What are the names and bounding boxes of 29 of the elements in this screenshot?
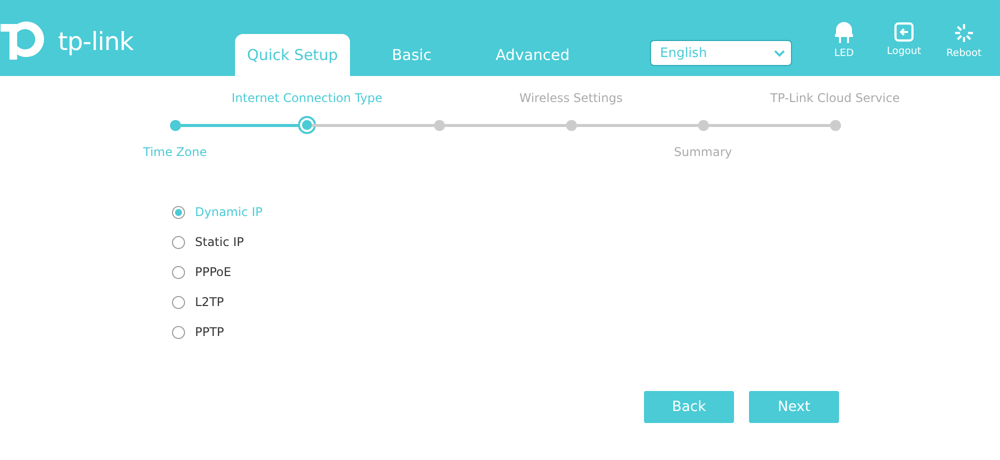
nav-tab[interactable]: Advanced [484,34,582,76]
step-label: Summary [674,145,732,159]
logo-text: tp-link [58,26,134,56]
chevron-down-icon [774,50,785,56]
reboot-icon [953,22,975,44]
radio-label: Static IP [195,235,244,249]
nav-button[interactable]: Next [749,391,839,423]
header-action[interactable]: LED [814,22,874,59]
radio-button[interactable] [172,236,185,248]
header-action[interactable]: Reboot [934,22,994,59]
radio-label: Dynamic IP [195,205,263,219]
logout-icon [894,22,914,42]
radio-label: PPTP [195,325,224,339]
radio-button[interactable] [172,266,185,278]
radio-button[interactable] [172,326,185,338]
language-select[interactable]: English [650,40,792,66]
step-label: Internet Connection Type [232,91,382,105]
step-label: Wireless Settings [519,91,623,105]
nav-button[interactable]: Back [644,391,734,423]
step-label: Time Zone [143,145,207,159]
step-label: TP-Link Cloud Service [770,91,900,105]
bulb-icon [835,22,853,44]
radio-button[interactable] [172,296,185,308]
nav-tab[interactable]: Quick Setup [235,34,350,76]
radio-label: L2TP [195,295,224,309]
nav-tab[interactable]: Basic [380,34,444,76]
radio-label: PPPoE [195,265,232,279]
header-action[interactable]: Logout [874,22,934,57]
radio-button[interactable] [172,206,185,218]
